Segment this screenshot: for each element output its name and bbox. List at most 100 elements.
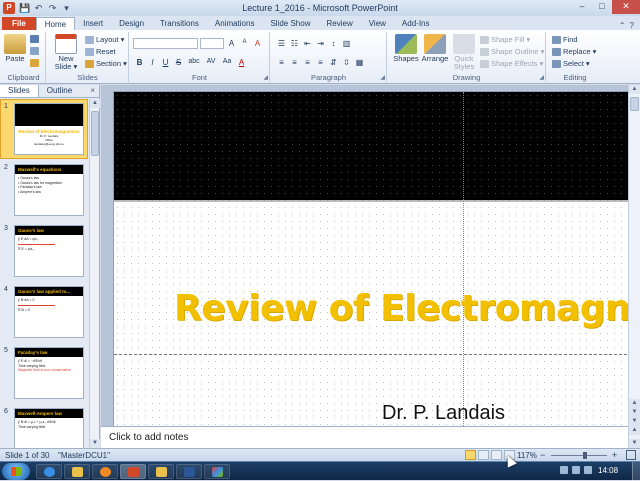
tab-add-ins[interactable]: Add-Ins [394, 17, 438, 30]
layout-button[interactable]: Layout ▾ [85, 35, 124, 44]
reading-view-icon[interactable] [491, 450, 502, 460]
find-button[interactable]: Find [552, 35, 578, 44]
show-desktop-button[interactable] [632, 462, 640, 481]
paragraph-dialog-launcher-icon[interactable]: ◢ [380, 74, 385, 81]
text-direction-icon[interactable]: ⇵ [328, 58, 339, 67]
scroll-up-icon[interactable]: ▲ [90, 99, 100, 108]
tab-view[interactable]: View [361, 17, 394, 30]
text-shadow-button[interactable]: abc [186, 58, 202, 67]
bold-button[interactable]: B [134, 58, 145, 67]
current-slide[interactable]: Review of Electromagne Dr. P. Landais [113, 91, 628, 426]
previous-slide-icon[interactable]: ▲ [629, 399, 640, 408]
scrollbar-thumb[interactable] [91, 111, 99, 156]
font-name-dropdown[interactable] [133, 38, 198, 49]
tab-outline[interactable]: Outline [39, 85, 80, 97]
select-button[interactable]: Select ▾ [552, 59, 590, 68]
format-painter-button[interactable] [30, 59, 39, 67]
shrink-font-icon[interactable]: A [239, 39, 250, 48]
slide-thumbnail-4[interactable]: 4 Gauss's law applied to... ∮ B·dA = 0 ∇… [0, 282, 88, 343]
reset-button[interactable]: Reset [85, 47, 116, 56]
shapes-button[interactable]: Shapes [393, 34, 419, 63]
volume-icon[interactable] [572, 466, 580, 474]
scroll-down-icon[interactable]: ▼ [629, 439, 640, 448]
quick-styles-button[interactable]: Quick Styles [451, 34, 477, 71]
taskbar-ie[interactable] [36, 464, 62, 479]
taskbar-powerpoint[interactable] [120, 464, 146, 479]
cut-button[interactable] [30, 35, 39, 43]
numbering-icon[interactable]: ☷ [289, 39, 300, 48]
network-icon[interactable] [560, 466, 568, 474]
tab-home[interactable]: Home [35, 17, 76, 30]
align-left-icon[interactable]: ≡ [276, 58, 287, 67]
copy-button[interactable] [30, 47, 39, 55]
fit-to-window-icon[interactable] [626, 450, 636, 460]
thumbnail-scrollbar[interactable]: ▲ ▼ [89, 99, 100, 448]
zoom-slider-handle[interactable] [583, 452, 588, 459]
smartart-icon[interactable]: ▦ [354, 58, 365, 67]
new-slide-button[interactable]: New Slide ▾ [50, 34, 82, 71]
align-right-icon[interactable]: ≡ [302, 58, 313, 67]
align-text-icon[interactable]: ⇳ [341, 58, 352, 67]
slide-thumbnail-2[interactable]: 2 Maxwell's equations • Gauss's law • Ga… [0, 160, 88, 221]
shape-effects-button[interactable]: Shape Effects ▾ [480, 59, 543, 68]
slide-sorter-view-icon[interactable] [478, 450, 489, 460]
scrollbar-thumb[interactable] [630, 97, 639, 111]
section-button[interactable]: Section ▾ [85, 59, 127, 68]
zoom-level[interactable]: 117% [517, 451, 537, 460]
decrease-indent-icon[interactable]: ⇤ [302, 39, 313, 48]
zoom-slider[interactable] [551, 452, 607, 459]
normal-view-icon[interactable] [465, 450, 476, 460]
redo-icon[interactable]: ↷ [47, 3, 58, 14]
justify-icon[interactable]: ≡ [315, 58, 326, 67]
scroll-down-icon[interactable]: ▼ [90, 439, 100, 448]
replace-button[interactable]: Replace ▾ [552, 47, 596, 56]
tab-review[interactable]: Review [318, 17, 360, 30]
paste-button[interactable]: Paste [4, 34, 26, 63]
tab-slides[interactable]: Slides [0, 85, 39, 97]
zoom-out-button[interactable]: − [540, 450, 545, 460]
clock[interactable]: 14:08 [598, 466, 618, 475]
line-spacing-icon[interactable]: ↕ [328, 39, 339, 48]
tab-animations[interactable]: Animations [207, 17, 263, 30]
save-icon[interactable]: 💾 [19, 3, 30, 14]
slide-title[interactable]: Review of Electromagne [174, 288, 628, 329]
slide-thumbnail-1[interactable]: 1 Review of Electromagnetism Dr. P. Land… [0, 99, 88, 160]
increase-indent-icon[interactable]: ⇥ [315, 39, 326, 48]
columns-icon[interactable]: ▥ [341, 39, 352, 48]
shape-outline-button[interactable]: Shape Outline ▾ [480, 47, 544, 56]
minimize-ribbon-icon[interactable]: ⌃ [619, 21, 626, 30]
align-center-icon[interactable]: ≡ [289, 58, 300, 67]
taskbar-explorer[interactable] [64, 464, 90, 479]
shape-fill-button[interactable]: Shape Fill ▾ [480, 35, 530, 44]
scroll-up-icon[interactable]: ▲ [629, 85, 640, 94]
notes-pane[interactable]: Click to add notes [101, 426, 628, 448]
start-button[interactable] [2, 463, 30, 480]
italic-button[interactable]: I [147, 58, 158, 67]
help-icon[interactable]: ? [630, 21, 634, 30]
font-dialog-launcher-icon[interactable]: ◢ [263, 74, 268, 81]
customize-qat-icon[interactable]: ▾ [61, 3, 72, 14]
minimize-button[interactable]: – [572, 0, 592, 14]
font-size-dropdown[interactable] [200, 38, 224, 49]
maximize-button[interactable]: □ [592, 0, 612, 14]
grow-font-icon[interactable]: A [226, 39, 237, 48]
next-slide-icon[interactable]: ▼ [629, 408, 640, 417]
powerpoint-app-icon[interactable]: P [3, 2, 15, 14]
character-spacing-button[interactable]: AV [204, 58, 218, 67]
notes-scrollbar[interactable]: ▲ ▼ [628, 426, 640, 448]
change-case-button[interactable]: Aa [220, 58, 234, 67]
tab-slide-show[interactable]: Slide Show [262, 17, 318, 30]
bullets-icon[interactable]: ☰ [276, 39, 287, 48]
close-button[interactable]: ✕ [612, 0, 640, 14]
slide-scrollbar[interactable]: ▲ ▲ ▼ ▼ [628, 85, 640, 426]
drawing-dialog-launcher-icon[interactable]: ◢ [539, 74, 544, 81]
tab-file[interactable]: File [2, 17, 36, 30]
slide-thumbnail-3[interactable]: 3 Gauss's law ∮ E·dA = q/ε₀ ∇·E = ρ/ε₀ [0, 221, 88, 282]
close-panel-icon[interactable]: × [90, 85, 99, 97]
tab-insert[interactable]: Insert [75, 17, 111, 30]
font-color-button[interactable]: A [236, 58, 247, 67]
slide-thumbnail-6[interactable]: 6 Maxwell-Ampere law ∮ B·dl = μ₀I + μ₀ε₀… [0, 404, 88, 448]
taskbar-word[interactable] [176, 464, 202, 479]
taskbar-media[interactable] [92, 464, 118, 479]
slide-subtitle[interactable]: Dr. P. Landais [382, 402, 505, 425]
